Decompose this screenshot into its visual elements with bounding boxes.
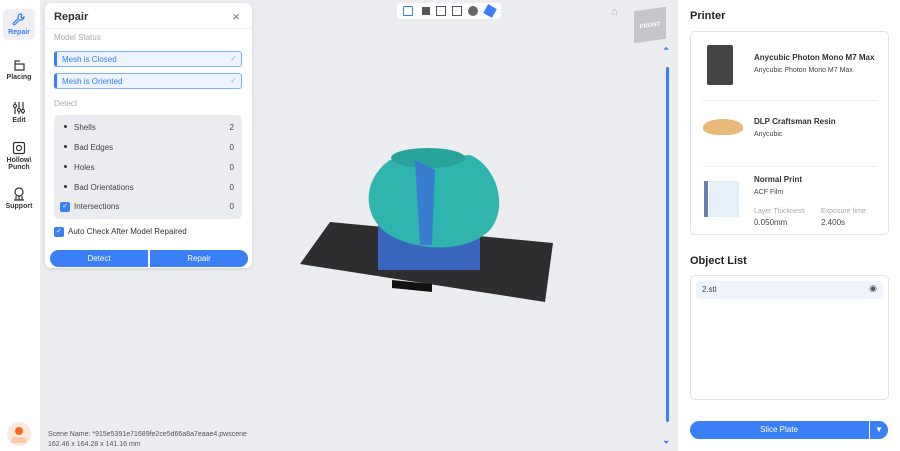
detect-row-bad-edges: Bad Edges 0 — [62, 143, 234, 157]
detect-label: Detect — [54, 99, 78, 108]
printer-card[interactable]: Anycubic Photon Mono M7 Max Anycubic Pho… — [690, 31, 889, 235]
printer-title: Printer — [690, 10, 726, 22]
film-sheet — [709, 181, 739, 217]
solid-cube-icon[interactable] — [422, 7, 430, 15]
vase-model — [368, 155, 500, 248]
scene-name: Scene Name: *915e5391e71689fe2ce5d66a8a7… — [48, 431, 247, 438]
detect-row-shells: Shells 2 — [62, 123, 234, 137]
printer-machine[interactable]: Anycubic Photon Mono M7 Max Anycubic Pho… — [691, 32, 888, 95]
sidebar-item-label: Edit — [12, 117, 26, 124]
layer-bottom-icon[interactable]: ⏷ — [663, 438, 669, 448]
sidebar-item-support[interactable]: Support — [3, 183, 35, 214]
film-name: ACF Film — [754, 189, 784, 196]
status-mesh-closed: Mesh is Closed ✓ — [54, 51, 242, 67]
eye-icon[interactable]: ◉ — [869, 283, 877, 294]
support-icon — [14, 187, 24, 201]
wrench-icon — [12, 13, 25, 26]
object-name: 2.stl — [702, 285, 717, 294]
model-status-label: Model Status — [54, 33, 101, 42]
repair-button[interactable]: Repair — [150, 250, 248, 267]
resin-name: DLP Craftsman Resin — [754, 117, 836, 126]
repair-panel: Repair × Model Status Mesh is Closed ✓ Me… — [45, 3, 252, 268]
chevron-down-icon[interactable]: ▼ — [869, 421, 888, 439]
perspective-icon[interactable] — [403, 6, 413, 16]
auto-check-checkbox[interactable]: ✓ — [54, 227, 64, 237]
film-image — [704, 181, 708, 217]
sidebar-item-placing[interactable]: Placing — [3, 54, 35, 85]
detect-button[interactable]: Detect — [50, 250, 148, 267]
view-cube[interactable]: FRONT — [634, 6, 666, 44]
sliders-icon — [13, 102, 25, 114]
check-icon: ✓ — [230, 76, 237, 85]
machine-sub: Anycubic Photon Mono M7 Max — [754, 67, 853, 74]
detect-row-bad-orientations: Bad Orientations 0 — [62, 183, 234, 197]
lamp-image — [703, 119, 743, 135]
resin-brand: Anycubic — [754, 131, 783, 138]
sidebar-item-edit[interactable]: Edit — [3, 97, 35, 128]
detect-row-holes: Holes 0 — [62, 163, 234, 177]
sidebar-item-label: Hollow\ Punch — [6, 157, 32, 171]
detect-row-intersections[interactable]: ✓ Intersections 0 — [60, 202, 234, 216]
intersections-checkbox[interactable]: ✓ — [60, 202, 70, 212]
status-text: Mesh is Closed — [62, 55, 117, 64]
sidebar-item-label: Placing — [6, 74, 32, 81]
view-toolbar — [397, 3, 501, 19]
sphere-icon[interactable] — [468, 6, 478, 16]
printer-image — [707, 45, 733, 85]
layer-top-icon[interactable]: ⏶ — [663, 44, 669, 54]
sidebar-item-repair[interactable]: Repair — [3, 9, 35, 40]
select-icon[interactable] — [452, 6, 462, 16]
exposure-label: Exposure time — [821, 208, 866, 215]
user-avatar[interactable] — [7, 422, 31, 446]
sidebar-item-label: Support — [5, 203, 33, 210]
object-item[interactable]: 2.stl ◉ — [696, 281, 883, 299]
layer-thickness-value: 0.050mm — [754, 218, 788, 227]
object-list-title: Object List — [690, 255, 747, 267]
scene-dimensions: 162.46 x 164.28 x 141.16 mm — [48, 441, 141, 448]
right-panel: Printer Anycubic Photon Mono M7 Max Anyc… — [678, 0, 900, 451]
slice-plate-label: Slice Plate — [760, 425, 798, 434]
slice-view-icon[interactable] — [483, 4, 497, 18]
divider — [45, 28, 252, 29]
view-cube-label: FRONT — [639, 21, 661, 31]
wireframe-icon[interactable] — [436, 6, 446, 16]
exposure-value: 2.400s — [821, 218, 846, 227]
left-sidebar: Repair Placing Edit Hollow\ Punch Suppor… — [0, 0, 40, 451]
panel-title: Repair — [54, 11, 89, 23]
profile-name: Normal Print — [754, 175, 803, 184]
close-icon[interactable]: × — [232, 9, 240, 24]
layer-slider[interactable] — [666, 67, 669, 422]
auto-check-option[interactable]: ✓ Auto Check After Model Repaired — [54, 227, 187, 237]
layer-thickness-label: Layer Thickness — [754, 208, 805, 215]
status-mesh-oriented: Mesh is Oriented ✓ — [54, 73, 242, 89]
object-list: 2.stl ◉ — [690, 275, 889, 400]
check-icon: ✓ — [230, 54, 237, 63]
hollow-icon — [12, 141, 26, 155]
sidebar-item-hollow-punch[interactable]: Hollow\ Punch — [3, 137, 35, 175]
auto-check-label: Auto Check After Model Repaired — [68, 227, 187, 237]
detect-results: Shells 2 Bad Edges 0 Holes 0 Bad Orientatio… — [54, 115, 242, 219]
slice-plate-button[interactable]: Slice Plate ▼ — [690, 421, 888, 439]
placing-icon — [14, 60, 25, 71]
home-icon[interactable]: ⌂ — [611, 6, 618, 18]
sidebar-item-label: Repair — [8, 29, 30, 36]
profile-item[interactable]: Normal Print ACF Film Layer Thickness 0.… — [691, 166, 888, 236]
status-text: Mesh is Oriented — [62, 77, 123, 86]
vase-rim — [391, 148, 465, 168]
resin-item[interactable]: DLP Craftsman Resin Anycubic — [691, 100, 888, 163]
scene-info: Scene Name: *915e5391e71689fe2ce5d66a8a7… — [48, 430, 247, 450]
machine-name: Anycubic Photon Mono M7 Max — [754, 53, 875, 62]
